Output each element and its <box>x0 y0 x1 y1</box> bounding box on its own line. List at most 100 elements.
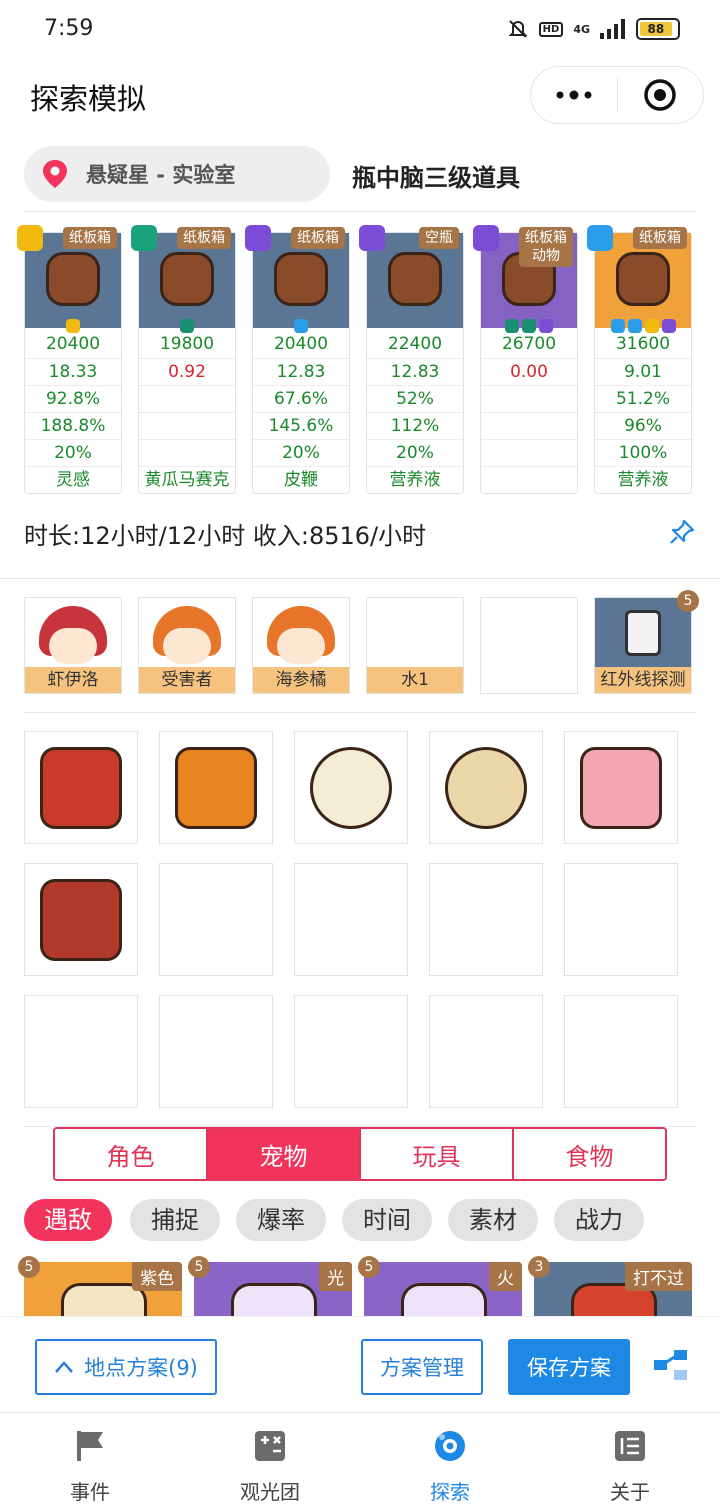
mute-icon <box>508 20 528 38</box>
battery-icon: 88 <box>636 18 680 40</box>
item-slot[interactable] <box>564 731 678 844</box>
item-slot[interactable] <box>429 863 543 976</box>
item-stat: 26700 <box>501 334 557 354</box>
role-slot[interactable]: 水1 <box>366 597 464 694</box>
battery-level: 88 <box>640 22 672 36</box>
role-count-badge: 5 <box>677 590 699 612</box>
filter-chip[interactable]: 遇敌 <box>24 1199 112 1241</box>
pet-card-tag: 打不过 <box>625 1262 692 1291</box>
filter-chip[interactable]: 捕捉 <box>130 1199 220 1241</box>
location-selector[interactable]: 悬疑星 - 实验室 <box>24 146 330 202</box>
item-stat: 皮鞭 <box>253 466 349 493</box>
target-icon <box>644 79 676 111</box>
item-type-label: 纸板箱 <box>639 230 681 246</box>
filter-chip[interactable]: 素材 <box>448 1199 538 1241</box>
item-icon <box>619 255 667 303</box>
role-face <box>49 628 97 664</box>
location-plans-button[interactable]: 地点方案(9) <box>35 1339 217 1395</box>
item-column[interactable]: 纸板箱 20400 18.33 92.8% 188.8% 20% 灵感 <box>17 225 122 494</box>
manage-plans-button[interactable]: 方案管理 <box>361 1339 483 1395</box>
item-stat: 20400 <box>45 334 101 354</box>
category-tabs: 角色 宠物 玩具 食物 <box>53 1127 667 1181</box>
item-column[interactable]: 空瓶 22400 12.83 52% 112% 20% 营养液 <box>359 225 464 494</box>
role-slot[interactable] <box>480 597 578 694</box>
tab-3[interactable]: 食物 <box>514 1129 665 1179</box>
item-type-label: 纸板箱 <box>69 230 111 246</box>
rarity-badge-icon <box>473 225 499 251</box>
item-slot[interactable] <box>564 995 678 1108</box>
rarity-badge-icon <box>131 225 157 251</box>
flag-icon <box>73 1429 107 1468</box>
pet-card[interactable]: 火 <box>364 1262 522 1322</box>
role-label: 红外线探测 <box>595 667 691 693</box>
save-plan-button[interactable]: 保存方案 <box>508 1339 630 1395</box>
item-stat: 22400 <box>387 334 443 354</box>
item-slot[interactable] <box>159 863 273 976</box>
bottle-icon <box>583 750 659 826</box>
item-type-label: 纸板箱 <box>297 230 339 246</box>
item-column[interactable]: 纸板箱 19800 0.92 黄瓜马赛克 <box>131 225 236 494</box>
tab-1[interactable]: 宠物 <box>208 1129 361 1179</box>
nav-label: 探索 <box>430 1480 470 1504</box>
item-stat: 31600 <box>615 334 671 354</box>
item-slot[interactable] <box>24 995 138 1108</box>
item-stat: 20400 <box>273 334 329 354</box>
item-stat: 营养液 <box>595 466 691 493</box>
tab-2[interactable]: 玩具 <box>361 1129 514 1179</box>
item-stat: 96% <box>595 412 691 439</box>
more-dots-icon <box>556 90 592 100</box>
pet-card[interactable]: 光 <box>194 1262 352 1322</box>
more-button[interactable] <box>531 67 617 123</box>
nav-3[interactable]: 关于 <box>540 1413 720 1509</box>
status-icons: HD 4G 88 <box>507 18 680 40</box>
item-slot[interactable] <box>24 863 138 976</box>
pet-card[interactable]: 打不过 <box>534 1262 692 1322</box>
item-stat: 112% <box>367 412 463 439</box>
filter-chip[interactable]: 爆率 <box>236 1199 326 1241</box>
role-slot[interactable]: 虾伊洛 <box>24 597 122 694</box>
nav-2[interactable]: 探索 <box>360 1413 540 1509</box>
share-button[interactable] <box>650 1347 690 1387</box>
item-column[interactable]: 纸板箱 31600 9.01 51.2% 96% 100% 营养液 <box>587 225 692 494</box>
device-body <box>625 610 661 656</box>
item-slot[interactable] <box>294 731 408 844</box>
role-label: 海参橘 <box>253 667 349 693</box>
item-slot[interactable] <box>159 995 273 1108</box>
filter-chip[interactable]: 时间 <box>342 1199 432 1241</box>
divider <box>24 712 696 713</box>
item-column[interactable]: 纸板箱 动物 26700 0.00 <box>473 225 578 494</box>
rarity-badge-icon <box>17 225 43 251</box>
item-stat: 营养液 <box>367 466 463 493</box>
pin-button[interactable] <box>668 518 696 550</box>
item-icon <box>277 255 325 303</box>
egg-icon <box>313 750 389 826</box>
item-slot[interactable] <box>429 995 543 1108</box>
item-slot[interactable] <box>429 731 543 844</box>
chevron-up-icon <box>55 1361 74 1373</box>
item-stat <box>481 439 577 466</box>
food-box-icon <box>43 750 119 826</box>
pet-card[interactable]: 紫色 <box>24 1262 182 1322</box>
close-miniprogram-button[interactable] <box>618 67 704 123</box>
item-column[interactable]: 纸板箱 20400 12.83 67.6% 145.6% 20% 皮鞭 <box>245 225 350 494</box>
filter-chip[interactable]: 战力 <box>554 1199 644 1241</box>
tab-0[interactable]: 角色 <box>55 1129 208 1179</box>
item-slot[interactable] <box>564 863 678 976</box>
nav-0[interactable]: 事件 <box>0 1413 180 1509</box>
item-type-tag: 纸板箱 <box>177 227 231 249</box>
item-slot[interactable] <box>294 995 408 1108</box>
role-slot[interactable]: 海参橘 <box>252 597 350 694</box>
item-slot[interactable] <box>24 731 138 844</box>
item-slot[interactable] <box>159 731 273 844</box>
pet-card-tag: 紫色 <box>132 1262 182 1291</box>
role-slot[interactable]: 红外线探测 5 <box>594 590 699 694</box>
item-slot[interactable] <box>294 863 408 976</box>
role-slot[interactable]: 受害者 <box>138 597 236 694</box>
item-type-tag: 纸板箱 动物 <box>519 227 573 267</box>
income-info: 时长:12小时/12小时 收入:8516/小时 <box>24 522 427 550</box>
tab-label: 玩具 <box>412 1142 461 1171</box>
nav-1[interactable]: 观光团 <box>180 1413 360 1509</box>
tab-label: 角色 <box>106 1142 155 1171</box>
item-stat: 12.83 <box>367 358 463 385</box>
item-stat: 18.33 <box>25 358 121 385</box>
